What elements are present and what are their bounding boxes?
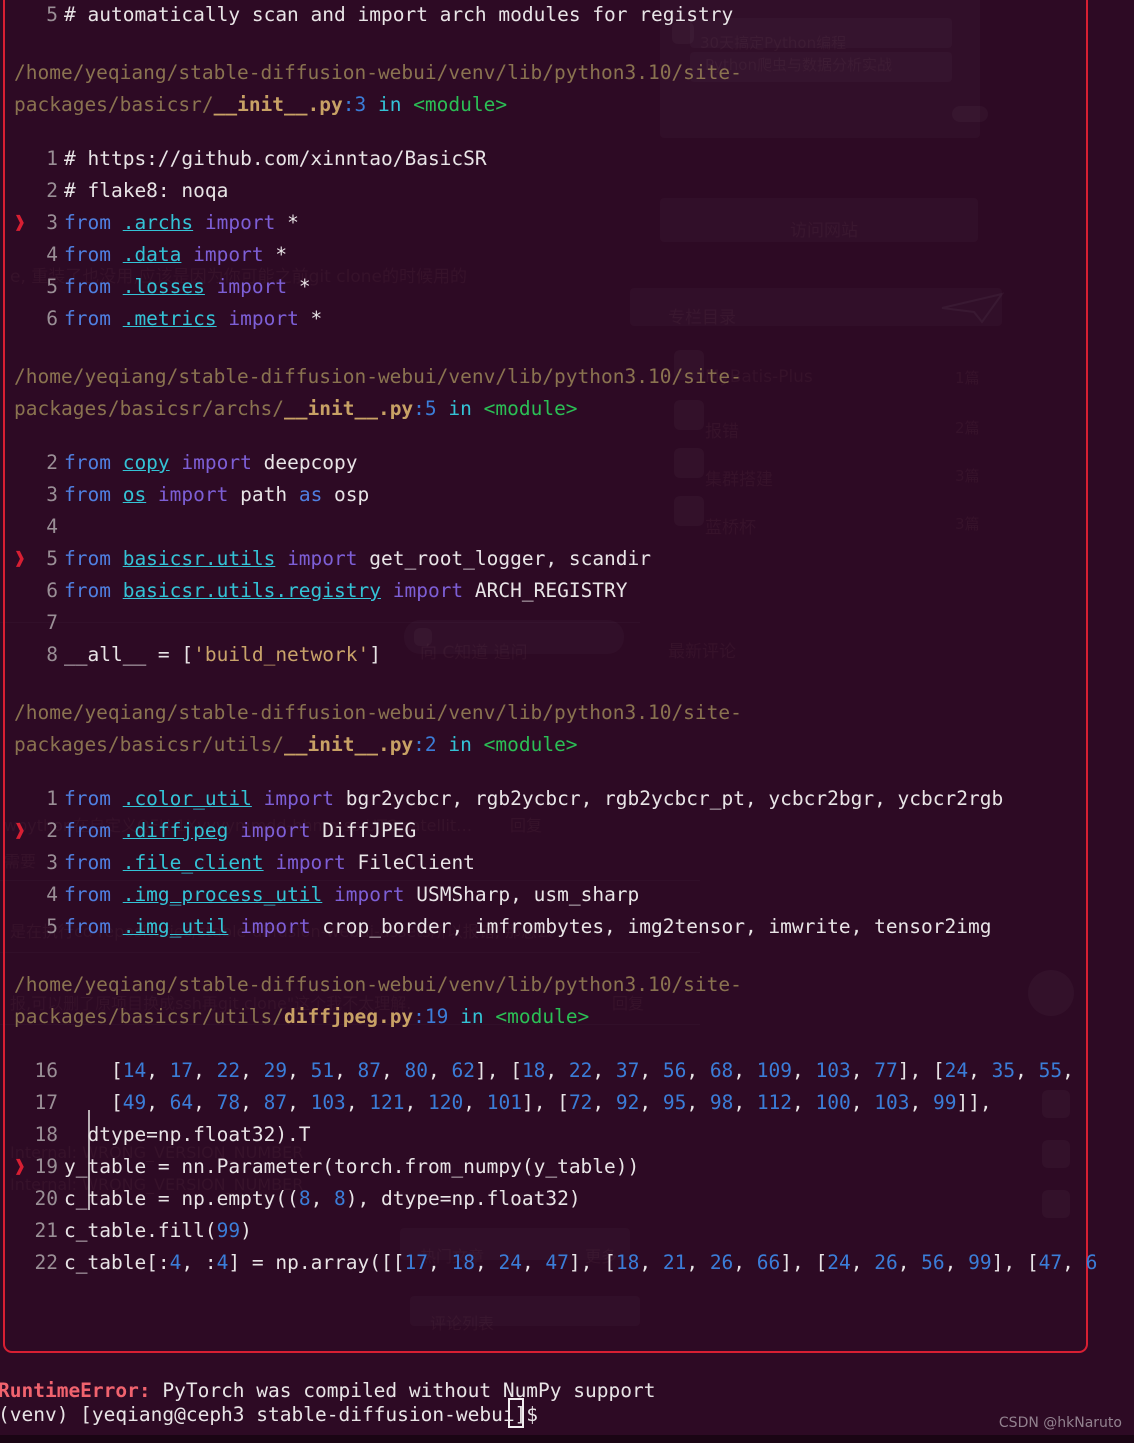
code-line-number: 5 (46, 3, 58, 26)
code-line: from .archs import * (64, 211, 299, 234)
code-line-number: 2 (46, 819, 58, 842)
code-line: from .file_client import FileClient (64, 851, 475, 874)
code-line-number: 5 (46, 915, 58, 938)
code-line-number: 1 (46, 147, 58, 170)
code-line-number: 20 (34, 1187, 58, 1210)
shell-prompt[interactable]: (venv) [yeqiang@ceph3 stable-diffusion-w… (0, 1399, 550, 1431)
code-line-number: 22 (34, 1251, 58, 1274)
code-line-number: 4 (46, 243, 58, 266)
code-line-number: 21 (34, 1219, 58, 1242)
code-line-number: 2 (46, 451, 58, 474)
code-line-number: 4 (46, 883, 58, 906)
code-line: dtype=np.float32).T (64, 1123, 311, 1146)
bottom-letterbox (0, 1435, 1134, 1443)
code-line-number: 3 (46, 851, 58, 874)
code-line: from .losses import * (64, 275, 311, 298)
code-line: from basicsr.utils.registry import ARCH_… (64, 579, 628, 602)
traceback-frame-header: /home/yeqiang/stable-diffusion-webui/ven… (14, 61, 742, 116)
code-line: [14, 17, 22, 29, 51, 87, 80, 62], [18, 2… (64, 1059, 1074, 1082)
traceback-frame-header: /home/yeqiang/stable-diffusion-webui/ven… (14, 973, 742, 1028)
code-line-number: 8 (46, 643, 58, 666)
code-line-number: 7 (46, 611, 58, 634)
code-line: from os import path as osp (64, 483, 370, 506)
code-line: c_table = np.empty((8, 8), dtype=np.floa… (64, 1187, 581, 1210)
code-line-number: 17 (34, 1091, 58, 1114)
code-line-number: 4 (46, 515, 58, 538)
code-line: from basicsr.utils import get_root_logge… (64, 547, 652, 570)
code-line: from .color_util import bgr2ycbcr, rgb2y… (64, 787, 1004, 810)
code-line: from .metrics import * (64, 307, 323, 330)
code-line-number: 16 (34, 1059, 58, 1082)
code-line-number: 5 (46, 547, 58, 570)
code-line: from copy import deepcopy (64, 451, 358, 474)
code-line-number: 6 (46, 307, 58, 330)
code-line: # automatically scan and import arch mod… (64, 3, 734, 26)
code-line: c_table.fill(99) (64, 1219, 252, 1242)
code-line-number: 19 (34, 1155, 58, 1178)
code-line: from .img_process_util import USMSharp, … (64, 883, 640, 906)
code-line-number: 3 (46, 483, 58, 506)
code-line: # flake8: noqa (64, 179, 229, 202)
code-line: # https://github.com/xinntao/BasicSR (64, 147, 487, 170)
terminal-output: 5 # automatically scan and import arch mo… (0, 0, 1134, 1443)
code-line-number: 2 (46, 179, 58, 202)
traceback-frame-header: /home/yeqiang/stable-diffusion-webui/ven… (14, 365, 742, 420)
code-line: __all__ = ['build_network'] (64, 643, 381, 666)
csdn-watermark: CSDN @hkNaruto (998, 1415, 1122, 1431)
code-line: [49, 64, 78, 87, 103, 121, 120, 101], [7… (64, 1091, 992, 1114)
code-line-number: 1 (46, 787, 58, 810)
code-line: from .data import * (64, 243, 288, 266)
traceback-frame-header: /home/yeqiang/stable-diffusion-webui/ven… (14, 701, 742, 756)
terminal-cursor[interactable] (508, 1398, 524, 1428)
code-line-number: 6 (46, 579, 58, 602)
code-line: from .diffjpeg import DiffJPEG (64, 819, 417, 842)
code-line-number: 18 (34, 1123, 58, 1146)
code-line: y_table = nn.Parameter(torch.from_numpy(… (64, 1155, 640, 1178)
code-line: c_table[:4, :4] = np.array([[17, 18, 24,… (64, 1251, 1098, 1274)
code-line-number: 3 (46, 211, 58, 234)
code-line-number: 5 (46, 275, 58, 298)
code-line: from .img_util import crop_border, imfro… (64, 915, 992, 938)
